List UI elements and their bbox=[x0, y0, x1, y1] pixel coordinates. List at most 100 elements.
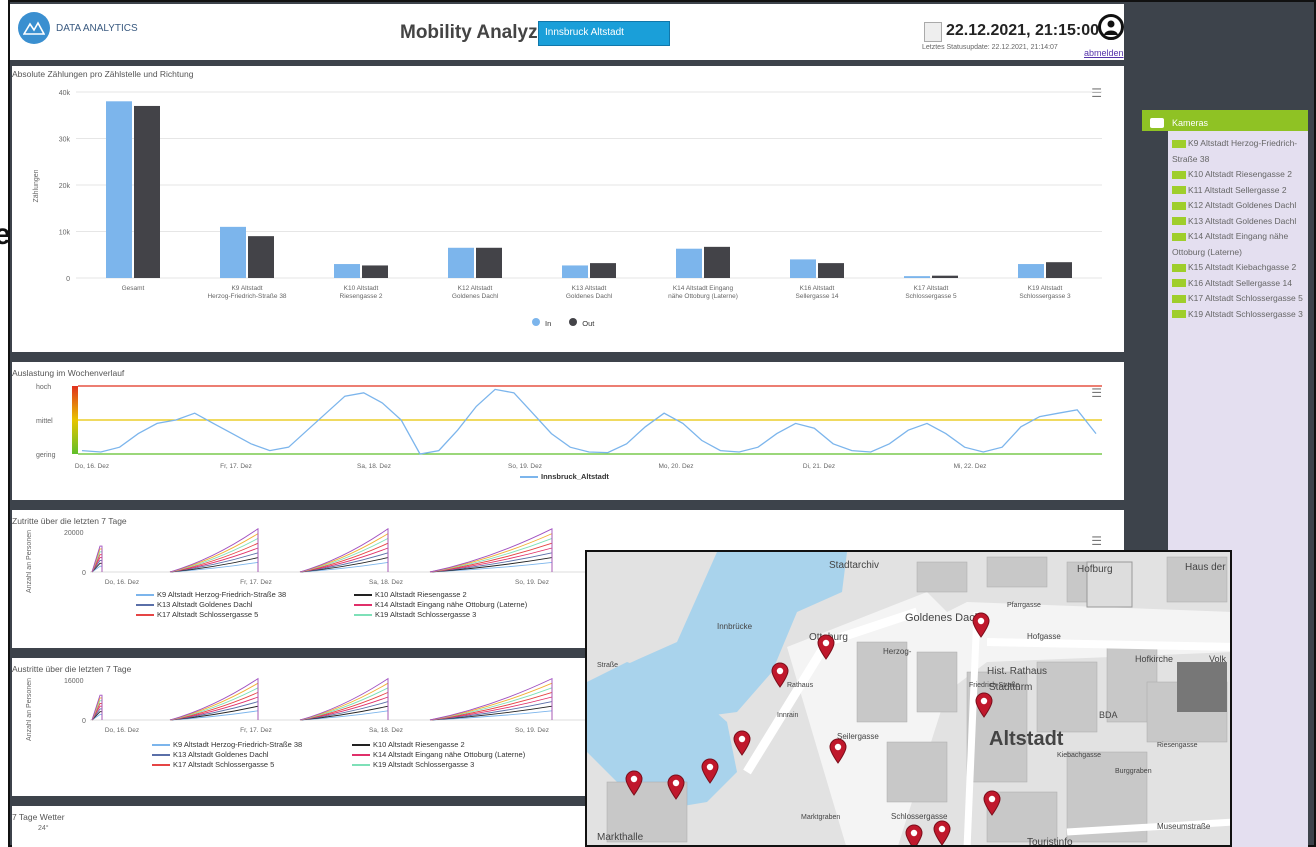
map-pin-icon[interactable] bbox=[817, 634, 835, 660]
map-pin-icon[interactable] bbox=[667, 774, 685, 800]
map-label: Markthalle bbox=[597, 832, 644, 843]
x-tick-label: So, 19. Dez bbox=[508, 463, 542, 470]
map-label: Stadtarchiv bbox=[829, 560, 880, 571]
legend-out[interactable]: Out bbox=[569, 318, 594, 328]
camera-item[interactable]: K14 Altstadt Eingang nähe Ottoburg (Late… bbox=[1172, 229, 1308, 260]
x-tick-label: Sa, 18. Dez bbox=[369, 579, 403, 586]
x-tick-label: Mi, 22. Dez bbox=[954, 463, 987, 470]
camera-item[interactable]: K17 Altstadt Schlossergasse 5 bbox=[1172, 291, 1308, 307]
map-pin-icon[interactable] bbox=[972, 612, 990, 638]
week-panel: Auslastung im Wochenverlauf ☰ hoch mittel… bbox=[12, 362, 1124, 500]
map-label: Altstadt bbox=[989, 728, 1064, 750]
y-tick-label: 0 bbox=[66, 276, 70, 283]
x-tick-label: K13 Altstadt bbox=[572, 285, 607, 292]
legend-swatch bbox=[152, 754, 170, 757]
video-camera-icon bbox=[1172, 186, 1186, 195]
legend-item[interactable]: K19 Altstadt Schlossergasse 3 bbox=[352, 760, 592, 769]
x-tick-label: Sellergasse 14 bbox=[796, 293, 839, 300]
map-label: Burggraben bbox=[1115, 768, 1152, 775]
x-tick-label: Do, 16. Dez bbox=[105, 579, 139, 586]
map-pin-icon[interactable] bbox=[975, 692, 993, 718]
map-pin-icon[interactable] bbox=[933, 820, 951, 845]
user-icon[interactable] bbox=[1098, 14, 1124, 40]
camera-item[interactable]: K16 Altstadt Sellergasse 14 bbox=[1172, 276, 1308, 292]
map-pin-icon[interactable] bbox=[771, 662, 789, 688]
legend-item[interactable]: K14 Altstadt Eingang nähe Ottoburg (Late… bbox=[352, 750, 592, 759]
legend-item[interactable]: K9 Altstadt Herzog-Friedrich-Straße 38 bbox=[152, 740, 352, 749]
legend-item[interactable]: K10 Altstadt Riesengasse 2 bbox=[354, 590, 596, 599]
bar-in bbox=[334, 264, 360, 278]
calendar-icon[interactable] bbox=[924, 22, 942, 42]
location-select[interactable]: Innsbruck Altstadt bbox=[538, 21, 670, 46]
legend-item[interactable]: K9 Altstadt Herzog-Friedrich-Straße 38 bbox=[136, 590, 354, 599]
bar-in bbox=[790, 259, 816, 278]
bar-out bbox=[818, 263, 844, 278]
camera-label: K19 Altstadt Schlossergasse 3 bbox=[1188, 308, 1303, 319]
page-title: Mobility Analyzer bbox=[400, 22, 556, 43]
map-pin-icon[interactable] bbox=[733, 730, 751, 756]
video-camera-icon bbox=[1172, 279, 1186, 288]
camera-item[interactable]: K11 Altstadt Sellergasse 2 bbox=[1172, 183, 1308, 199]
series-line bbox=[429, 528, 553, 573]
x-tick-label: Do, 16. Dez bbox=[75, 463, 109, 470]
exits-line-chart: Do, 16. Dez Fr, 17. Dez Sa, 18. Dez So, 19.… bbox=[90, 677, 592, 734]
camera-item[interactable]: K10 Altstadt Riesengasse 2 bbox=[1172, 167, 1308, 183]
bar-in bbox=[676, 248, 702, 278]
map-label: Herzog- bbox=[883, 647, 912, 656]
legend-item[interactable]: K17 Altstadt Schlossergasse 5 bbox=[152, 760, 352, 769]
map-label: Hofburg bbox=[1077, 564, 1113, 575]
camera-item[interactable]: K13 Altstadt Goldenes Dachl bbox=[1172, 214, 1308, 230]
legend-label: K14 Altstadt Eingang nähe Ottoburg (Late… bbox=[373, 750, 526, 759]
map-label: Straße bbox=[597, 662, 619, 669]
current-datetime: 22.12.2021, 21:15:00 bbox=[946, 22, 1100, 39]
x-tick-label: Gesamt bbox=[122, 285, 145, 292]
camera-item[interactable]: K19 Altstadt Schlossergasse 3 bbox=[1172, 307, 1308, 323]
legend-item[interactable]: K17 Altstadt Schlossergasse 5 bbox=[136, 610, 354, 619]
x-tick-label: K17 Altstadt bbox=[914, 285, 949, 292]
legend-swatch bbox=[136, 594, 154, 597]
map-label: Hist. Rathaus bbox=[987, 666, 1048, 677]
legend-label: K17 Altstadt Schlossergasse 5 bbox=[173, 760, 275, 769]
series-line bbox=[81, 388, 1097, 455]
camera-header[interactable]: Kameras bbox=[1142, 110, 1308, 131]
level-gradient-bar bbox=[72, 386, 78, 454]
x-tick-label: Mo, 20. Dez bbox=[658, 463, 693, 470]
location-map[interactable]: Stadtarchiv Hofburg Haus der Goldenes Dachl… bbox=[585, 550, 1232, 847]
camera-item[interactable]: K9 Altstadt Herzog-Friedrich-Straße 38 bbox=[1172, 136, 1308, 167]
legend-in[interactable]: In bbox=[532, 318, 551, 328]
legend-item[interactable]: K14 Altstadt Eingang nähe Ottoburg (Late… bbox=[354, 600, 596, 609]
legend-item[interactable]: K19 Altstadt Schlossergasse 3 bbox=[354, 610, 596, 619]
map-label: BDA bbox=[1099, 710, 1118, 720]
camera-list: K9 Altstadt Herzog-Friedrich-Straße 38 K1… bbox=[1172, 136, 1308, 322]
x-tick-label: Riesengasse 2 bbox=[340, 293, 383, 300]
map-pin-icon[interactable] bbox=[983, 790, 1001, 816]
x-tick-label: K16 Altstadt bbox=[800, 285, 835, 292]
exits-legend: K9 Altstadt Herzog-Friedrich-Straße 38 K1… bbox=[152, 740, 592, 769]
entries-line-chart: Do, 16. Dez Fr, 17. Dez Sa, 18. Dez So, 19.… bbox=[90, 527, 592, 586]
map-pin-icon[interactable] bbox=[701, 758, 719, 784]
x-tick-label: K12 Altstadt bbox=[458, 285, 493, 292]
legend-week[interactable]: Innsbruck_Altstadt bbox=[520, 472, 609, 481]
y-tick-label: mittel bbox=[36, 418, 53, 425]
map-pin-icon[interactable] bbox=[625, 770, 643, 796]
legend-item[interactable]: K10 Altstadt Riesengasse 2 bbox=[352, 740, 592, 749]
x-tick-label: K10 Altstadt bbox=[344, 285, 379, 292]
chart-menu-icon[interactable]: ☰ bbox=[1091, 534, 1102, 548]
legend-swatch bbox=[136, 614, 154, 617]
legend-item[interactable]: K13 Altstadt Goldenes Dachl bbox=[136, 600, 354, 609]
legend-label: K10 Altstadt Riesengasse 2 bbox=[375, 590, 467, 599]
entries-legend: K9 Altstadt Herzog-Friedrich-Straße 38 K1… bbox=[136, 590, 596, 619]
camera-item[interactable]: K15 Altstadt Kiebachgasse 2 bbox=[1172, 260, 1308, 276]
map-pin-icon[interactable] bbox=[829, 738, 847, 764]
y-tick-label: hoch bbox=[36, 384, 51, 391]
legend-swatch bbox=[354, 614, 372, 617]
logo[interactable]: DATA ANALYTICS bbox=[18, 12, 138, 44]
camera-item[interactable]: K12 Altstadt Goldenes Dachl bbox=[1172, 198, 1308, 214]
y-tick-label: gering bbox=[36, 452, 56, 459]
legend-swatch bbox=[352, 744, 370, 747]
x-tick-label: Goldenes Dachl bbox=[452, 293, 499, 300]
legend-item[interactable]: K13 Altstadt Goldenes Dachl bbox=[152, 750, 352, 759]
map-pin-icon[interactable] bbox=[905, 824, 923, 845]
logout-link[interactable]: abmelden bbox=[1084, 48, 1124, 58]
x-tick-label: Di, 21. Dez bbox=[803, 463, 835, 470]
